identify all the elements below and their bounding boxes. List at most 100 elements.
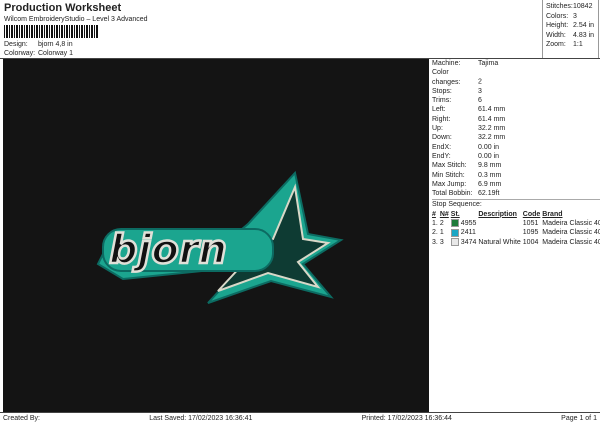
thread-code: 1051 bbox=[522, 220, 539, 228]
details-label: Total Bobbin: bbox=[432, 190, 473, 198]
stats-value: 4.83 in bbox=[573, 31, 595, 39]
details-label: EndY: bbox=[432, 152, 451, 160]
details-row: Total Bobbin: 62.19ft bbox=[432, 189, 600, 198]
column-header: # bbox=[432, 210, 436, 218]
stats-row: Zoom: 1:1 bbox=[546, 40, 595, 50]
column-header: Code bbox=[522, 210, 541, 218]
details-value: 9.8 mm bbox=[478, 162, 502, 170]
details-label: Stops: bbox=[432, 87, 452, 95]
design-text: bjorn bbox=[109, 227, 227, 273]
stats-row: Height: 2.54 in bbox=[546, 21, 595, 31]
details-value: 0.00 in bbox=[478, 143, 500, 151]
color-swatch bbox=[450, 237, 459, 246]
details-label: Right: bbox=[432, 115, 451, 123]
needle-number: 3 bbox=[439, 238, 444, 246]
details-value: 62.19ft bbox=[478, 190, 500, 198]
details-row: Up: 32.2 mm bbox=[432, 124, 600, 133]
column-header: St. bbox=[450, 210, 460, 218]
stats-label: Zoom: bbox=[546, 41, 566, 48]
details-panel: Machine: Tajima Color changes: 2 Stops: 3 Trim… bbox=[430, 59, 600, 412]
stats-label: Width: bbox=[546, 31, 566, 39]
description bbox=[478, 228, 522, 237]
details-value: 6 bbox=[478, 97, 482, 105]
details-value: 0.00 in bbox=[478, 152, 500, 160]
details-row: Min Stitch: 0.3 mm bbox=[432, 171, 600, 180]
table-row: 1. 2 4955 1051 Madeira Classic 40 bbox=[432, 219, 600, 228]
details-label: Color changes: bbox=[432, 69, 461, 86]
printed-date: Printed: 17/02/2023 16:36:44 bbox=[361, 415, 452, 422]
description bbox=[478, 219, 522, 228]
details-value: 2 bbox=[478, 78, 482, 86]
row-number: 1. bbox=[432, 220, 438, 228]
table-row: 2. 1 2411 1095 Madeira Classic 40 bbox=[432, 228, 600, 237]
thread-code: 1095 bbox=[522, 229, 539, 237]
page-number: Page 1 of 1 bbox=[561, 415, 597, 422]
color-swatch bbox=[450, 219, 459, 228]
stats-value: 10842 bbox=[573, 3, 593, 10]
thread-brand: Madeira Classic 40 bbox=[542, 238, 600, 246]
details-value: 32.2 mm bbox=[478, 125, 506, 133]
details-value: 3 bbox=[478, 87, 482, 95]
last-saved: Last Saved: 17/02/2023 16:36:41 bbox=[149, 415, 253, 422]
stats-label: Height: bbox=[546, 22, 569, 29]
details-label: EndX: bbox=[432, 143, 452, 151]
details-label: Left: bbox=[432, 106, 446, 114]
details-row: Left: 61.4 mm bbox=[432, 105, 600, 114]
stitch-count-value: 4955 bbox=[460, 220, 477, 228]
colorway-value: Colorway 1 bbox=[38, 50, 74, 57]
color-swatch bbox=[450, 228, 459, 237]
details-row: Trims: 6 bbox=[432, 96, 600, 105]
row-number: 2. bbox=[432, 229, 438, 237]
stop-sequence-title: Stop Sequence: bbox=[432, 201, 482, 209]
details-row: Right: 61.4 mm bbox=[432, 115, 600, 124]
stop-sequence-table: # N# St. Description Code Brand 1. 2 4955 1051 Mad… bbox=[432, 210, 600, 247]
stats-value: 1:1 bbox=[573, 41, 583, 48]
details-label: Max Stitch: bbox=[432, 162, 467, 170]
colorway-label: Colorway: bbox=[4, 50, 36, 57]
stop-sequence: Stop Sequence: # N# St. Description Code Bran… bbox=[432, 199, 600, 246]
stats-row: Width: 4.83 in bbox=[546, 31, 595, 41]
table-row: 3. 3 3474 Natural White 1004 Madeira Classic … bbox=[432, 237, 600, 247]
embroidery-design: bjorn bbox=[96, 170, 344, 304]
column-header: Description bbox=[478, 210, 517, 218]
details-label: Up: bbox=[432, 125, 443, 133]
details-label: Trims: bbox=[432, 97, 452, 105]
footer: Created By: Last Saved: 17/02/2023 16:36… bbox=[0, 412, 600, 424]
design-preview: bjorn bbox=[3, 59, 429, 412]
details-label: Machine: bbox=[432, 60, 461, 67]
created-by: Created By: bbox=[3, 415, 40, 422]
stitch-count: 4955 bbox=[450, 219, 479, 228]
design-value: bjorn 4,8 in bbox=[38, 41, 73, 48]
stitch-count: 3474 bbox=[450, 237, 479, 247]
stitch-count-value: 2411 bbox=[460, 229, 476, 237]
details-label: Down: bbox=[432, 134, 452, 142]
stats-label: Colors: bbox=[546, 12, 569, 20]
details-row: Color changes: 2 bbox=[432, 68, 600, 87]
barcode bbox=[4, 25, 99, 38]
needle-number: 2 bbox=[439, 220, 444, 228]
stats-value: 3 bbox=[573, 12, 577, 20]
stats-label: Stitches: bbox=[546, 3, 573, 10]
details-label: Max Jump: bbox=[432, 180, 467, 188]
thread-brand: Madeira Classic 40 bbox=[542, 220, 600, 228]
details-row: Max Jump: 6.9 mm bbox=[432, 180, 600, 189]
design-row: Design: bjorn 4,8 in bbox=[4, 41, 73, 48]
details-row: Down: 32.2 mm bbox=[432, 133, 600, 142]
stats-box: Stitches:10842 Colors: 3 Height: 2.54 in Widt… bbox=[542, 0, 599, 58]
details-value: 61.4 mm bbox=[478, 115, 506, 123]
thread-brand: Madeira Classic 40 bbox=[542, 229, 600, 237]
details-value: Tajima bbox=[478, 60, 499, 67]
stitch-count-value: 3474 bbox=[460, 238, 477, 246]
stats-row: Stitches:10842 bbox=[546, 2, 595, 12]
details-value: 6.9 mm bbox=[478, 180, 502, 188]
row-number: 3. bbox=[432, 238, 438, 246]
details-value: 32.2 mm bbox=[478, 134, 506, 142]
needle-number: 1 bbox=[439, 229, 444, 237]
details-row: EndX: 0.00 in bbox=[432, 143, 600, 152]
details-row: Machine: Tajima bbox=[432, 59, 600, 68]
details-value: 61.4 mm bbox=[478, 106, 506, 114]
design-label: Design: bbox=[4, 41, 28, 48]
colorway-row: Colorway: Colorway 1 bbox=[4, 50, 73, 57]
details-row: Max Stitch: 9.8 mm bbox=[432, 161, 600, 170]
stats-value: 2.54 in bbox=[573, 22, 595, 29]
